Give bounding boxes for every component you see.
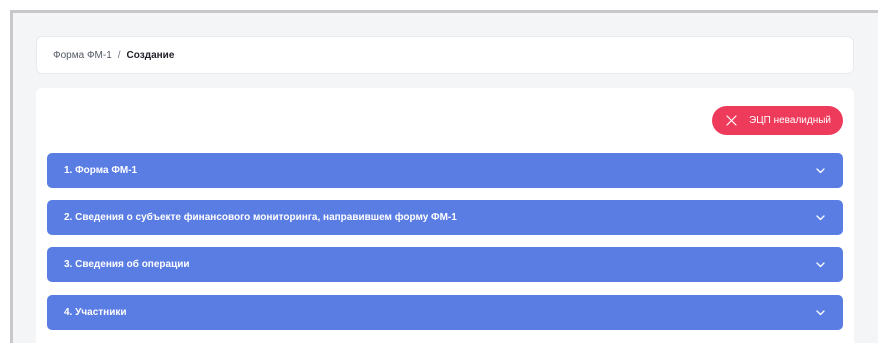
chevron-down-icon xyxy=(816,214,825,220)
signature-invalid-badge[interactable]: ЭЦП невалидный xyxy=(712,106,843,135)
accordion-section-title: 1. Форма ФМ-1 xyxy=(64,165,138,176)
accordion-section-3[interactable]: 3. Сведения об операции xyxy=(47,247,843,282)
breadcrumb-link-form[interactable]: Форма ФМ-1 xyxy=(53,50,112,61)
breadcrumb-current: Создание xyxy=(126,49,175,61)
accordion-section-4[interactable]: 4. Участники xyxy=(47,295,843,330)
accordion-section-2[interactable]: 2. Сведения о субъекте финансового монит… xyxy=(47,200,843,235)
signature-invalid-label: ЭЦП невалидный xyxy=(749,115,831,126)
chevron-down-icon xyxy=(816,261,825,267)
app-window: Форма ФМ-1 / Создание ЭЦП невалидный 1. … xyxy=(0,0,878,348)
form-content-card: ЭЦП невалидный 1. Форма ФМ-1 2. Сведения… xyxy=(36,88,854,348)
chevron-down-icon xyxy=(816,309,825,315)
accordion-section-title: 3. Сведения об операции xyxy=(64,259,190,270)
breadcrumb-separator: / xyxy=(117,49,121,61)
accordion-section-title: 4. Участники xyxy=(64,307,127,318)
accordion-section-title: 2. Сведения о субъекте финансового монит… xyxy=(64,212,457,223)
close-icon xyxy=(726,115,737,126)
breadcrumb: Форма ФМ-1 / Создание xyxy=(36,36,854,74)
chevron-down-icon xyxy=(816,167,825,173)
accordion-section-1[interactable]: 1. Форма ФМ-1 xyxy=(47,153,843,188)
